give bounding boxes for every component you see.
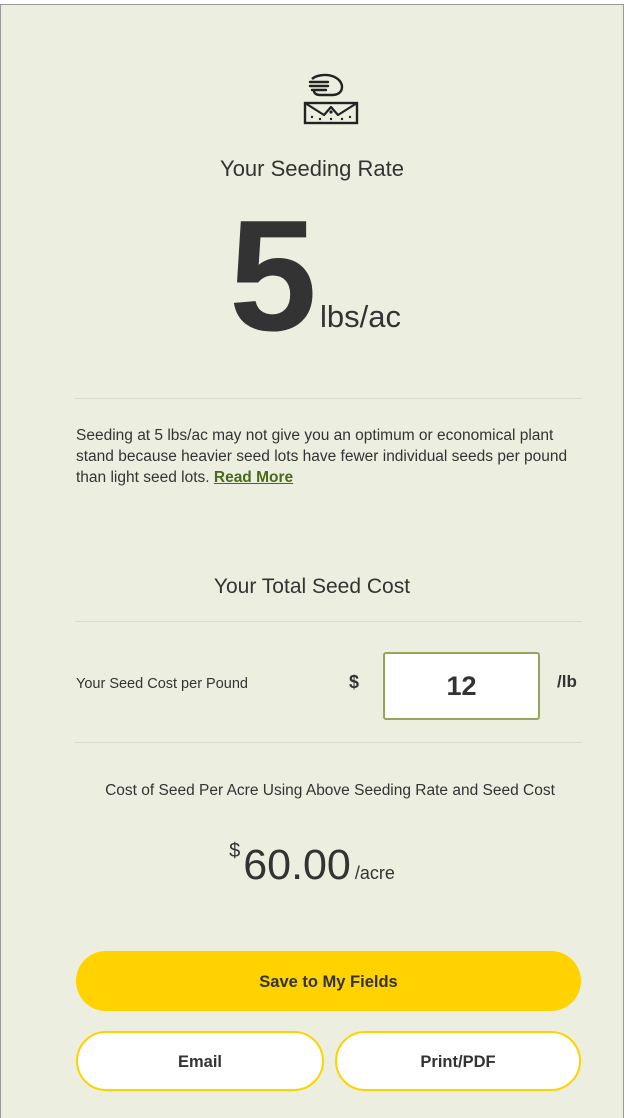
per-pound-unit: /lb xyxy=(557,672,577,691)
save-to-my-fields-button[interactable]: Save to My Fields xyxy=(76,951,581,1011)
cost-per-acre-amount: 60.00 xyxy=(243,841,351,889)
seed-cost-input[interactable] xyxy=(383,652,540,720)
seeding-rate-title: Your Seeding Rate xyxy=(220,156,404,181)
cost-per-acre-value: $60.00/acre xyxy=(1,840,623,890)
seeding-rate-value: 5 xyxy=(229,188,317,364)
cost-per-acre-label: Cost of Seed Per Acre Using Above Seedin… xyxy=(105,782,555,799)
seeding-results-panel: Your Seeding Rate 5 lbs/ac Seeding at 5 … xyxy=(0,4,624,1118)
email-button[interactable]: Email xyxy=(76,1031,324,1091)
seeding-rate-unit: lbs/ac xyxy=(320,299,401,334)
print-pdf-button[interactable]: Print/PDF xyxy=(335,1031,581,1091)
cost-per-acre-unit: /acre xyxy=(354,863,395,883)
currency-symbol: $ xyxy=(349,672,360,692)
divider-top xyxy=(75,398,582,399)
cost-per-acre-currency: $ xyxy=(229,840,241,862)
divider-cost-top xyxy=(75,621,582,622)
seed-cost-per-pound-label: Your Seed Cost per Pound xyxy=(76,676,248,692)
read-more-link[interactable]: Read More xyxy=(214,469,293,486)
seeding-advisory: Seeding at 5 lbs/ac may not give you an … xyxy=(76,425,576,488)
total-seed-cost-title: Your Total Seed Cost xyxy=(213,575,411,598)
advisory-text: Seeding at 5 lbs/ac may not give you an … xyxy=(76,427,568,486)
hand-planting-seed-icon xyxy=(302,73,360,125)
divider-cost-bottom xyxy=(75,742,582,743)
